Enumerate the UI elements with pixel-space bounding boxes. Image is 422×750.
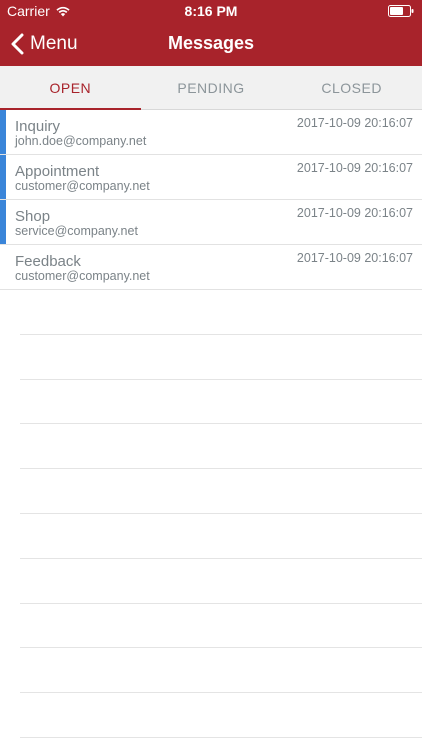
battery-icon [388,5,414,17]
message-subject: Appointment [15,163,100,180]
status-time: 8:16 PM [184,3,238,19]
empty-row [20,604,422,649]
message-sender: john.doe@company.net [15,134,147,148]
header: Carrier 8:16 PM Menu Messages [0,0,422,66]
message-time: 2017-10-09 20:16:07 [296,251,413,265]
tab-closed[interactable]: CLOSED [281,66,422,109]
unread-indicator [0,155,6,199]
page-title: Messages [167,33,255,53]
unread-indicator [0,110,6,154]
tab-pending[interactable]: PENDING [141,66,282,109]
nav-bar: Menu Messages [0,22,422,66]
tab-bar: OPEN PENDING CLOSED [0,66,422,110]
tab-open[interactable]: OPEN [0,66,141,110]
empty-row [20,335,422,380]
empty-row [20,380,422,425]
message-subject: Inquiry [15,118,61,135]
message-time: 2017-10-09 20:16:07 [296,206,413,220]
message-time: 2017-10-09 20:16:07 [296,161,413,175]
unread-indicator [0,200,6,244]
message-row[interactable]: Shop service@company.net 2017-10-09 20:1… [0,200,422,245]
message-row[interactable]: Feedback customer@company.net 2017-10-09… [0,245,422,290]
message-subject: Feedback [15,253,81,270]
message-subject: Shop [15,208,51,225]
empty-row [20,424,422,470]
message-row[interactable]: Appointment customer@company.net 2017-10… [0,155,422,200]
empty-row [20,469,422,514]
empty-row [20,693,422,738]
status-bar: Carrier 8:16 PM [0,0,422,22]
message-sender: service@company.net [15,224,138,238]
empty-row [20,648,422,694]
message-sender: customer@company.net [15,269,150,283]
empty-list-area [0,290,422,738]
empty-row [20,290,422,335]
message-time: 2017-10-09 20:16:07 [296,116,413,130]
message-sender: customer@company.net [15,179,150,193]
message-row[interactable]: Inquiry john.doe@company.net 2017-10-09 … [0,110,422,155]
empty-row [20,514,422,559]
empty-row [20,559,422,604]
message-list: Inquiry john.doe@company.net 2017-10-09 … [0,110,422,290]
